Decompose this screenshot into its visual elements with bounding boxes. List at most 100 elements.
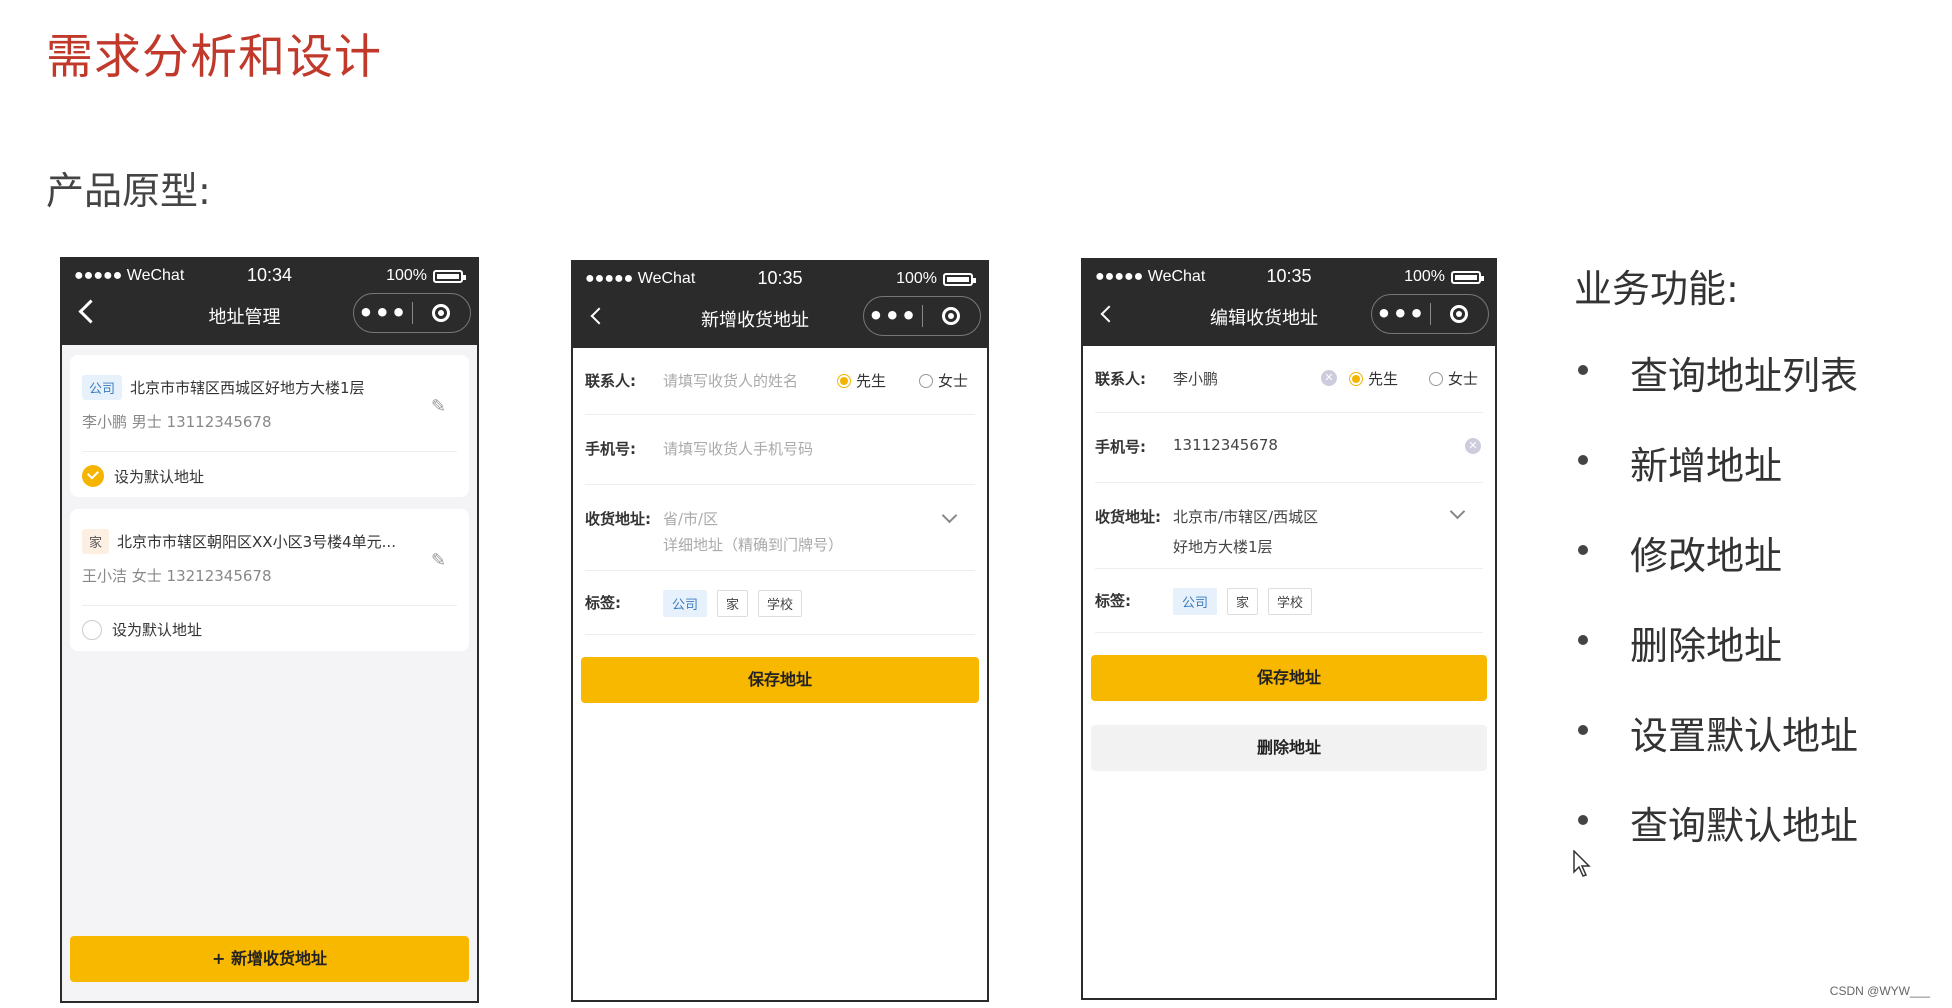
nav-bar: 新增收货地址 •••: [573, 296, 987, 342]
battery-status: 100%: [1404, 268, 1484, 286]
status-bar: ●●●●● WeChat 10:35 100%: [573, 268, 987, 292]
phone-input[interactable]: 请填写收货人手机号码: [663, 438, 813, 459]
feature-item: 删除地址: [1574, 615, 1858, 705]
mouse-cursor-icon: [1573, 850, 1591, 877]
clear-icon[interactable]: ✕: [1465, 438, 1481, 454]
address-tag: 家: [82, 529, 110, 554]
battery-label: 100%: [386, 267, 427, 284]
feature-item: 新增地址: [1574, 435, 1858, 525]
set-default-label: 设为默认地址: [114, 467, 205, 486]
chevron-down-icon[interactable]: [1449, 503, 1466, 520]
delete-address-button[interactable]: 删除地址: [1091, 725, 1487, 771]
address-label: 收货地址:: [585, 510, 651, 528]
address-card[interactable]: 家 北京市市辖区朝阳区XX小区3号楼4单元... 王小洁 女士 13212345…: [70, 509, 469, 651]
gender-male-radio[interactable]: 先生: [1349, 368, 1398, 389]
tag-option[interactable]: 公司: [663, 590, 708, 617]
tag-options: 公司 家 学校: [663, 590, 803, 617]
detail-address-input[interactable]: 好地方大楼1层: [1173, 536, 1273, 557]
chevron-down-icon[interactable]: [941, 507, 958, 524]
phone-add-address: ●●●●● WeChat 10:35 100% 新增收货地址 ••• 联系人: …: [571, 260, 989, 1002]
save-address-button[interactable]: 保存地址: [1091, 655, 1487, 701]
gender-female-label: 女士: [1448, 370, 1479, 388]
radio-checked-icon: [837, 373, 851, 388]
close-capsule-button[interactable]: [412, 304, 470, 322]
feature-label: 删除地址: [1630, 624, 1783, 668]
more-icon[interactable]: •••: [354, 301, 412, 325]
battery-icon: [1451, 270, 1484, 284]
set-default-toggle[interactable]: 设为默认地址: [82, 465, 204, 487]
close-capsule-button[interactable]: [922, 307, 980, 325]
add-address-button[interactable]: + 新增收货地址: [70, 936, 469, 982]
feature-label: 新增地址: [1630, 444, 1783, 488]
tag-option[interactable]: 学校: [758, 590, 803, 617]
feature-label: 设置默认地址: [1630, 714, 1859, 758]
mini-program-capsule: •••: [1371, 294, 1489, 334]
contact-input[interactable]: 请填写收货人的姓名: [663, 370, 798, 391]
status-bar: ●●●●● WeChat 10:34 100%: [62, 265, 477, 289]
radio-unchecked-icon: [919, 373, 933, 388]
gender-male-radio[interactable]: 先生: [837, 370, 886, 391]
features-list: 查询地址列表 新增地址 修改地址 删除地址 设置默认地址 查询默认地址: [1574, 345, 1858, 885]
divider: [82, 451, 457, 452]
gender-male-label: 先生: [1368, 370, 1399, 388]
address-row: 收货地址: 北京市/市辖区/西城区 好地方大楼1层: [1095, 482, 1483, 569]
bullet-icon: [1578, 365, 1588, 375]
tags-row: 标签: 公司 家 学校: [585, 570, 975, 635]
nav-bar: 地址管理 •••: [62, 293, 477, 339]
set-default-toggle[interactable]: 设为默认地址: [82, 619, 202, 640]
more-icon[interactable]: •••: [1372, 302, 1430, 326]
tag-option[interactable]: 学校: [1268, 588, 1313, 615]
feature-label: 查询地址列表: [1630, 354, 1859, 398]
address-tag: 公司: [82, 375, 123, 400]
nav-bar: 编辑收货地址 •••: [1083, 294, 1495, 340]
tags-label: 标签:: [585, 594, 621, 612]
contact-label: 联系人:: [585, 372, 636, 390]
address-text: 北京市市辖区西城区好地方大楼1层: [130, 379, 365, 397]
slide-title: 需求分析和设计: [46, 30, 382, 85]
contact-label: 联系人:: [1095, 370, 1146, 388]
status-bar: ●●●●● WeChat 10:35 100%: [1083, 266, 1495, 290]
phone-row: 手机号: 请填写收货人手机号码: [585, 414, 975, 485]
feature-item: 设置默认地址: [1574, 705, 1858, 795]
tag-option[interactable]: 公司: [1173, 588, 1218, 615]
target-icon: [942, 307, 961, 325]
detail-address-input[interactable]: 详细地址（精确到门牌号）: [663, 534, 843, 555]
target-icon: [1450, 305, 1469, 323]
phone-input[interactable]: 13112345678: [1173, 436, 1278, 454]
radio-checked-icon: [1349, 371, 1363, 386]
address-line: 公司 北京市市辖区西城区好地方大楼1层: [82, 375, 365, 400]
nav-title: 地址管理: [208, 307, 281, 328]
region-selector[interactable]: 省/市/区: [663, 508, 718, 529]
clear-icon[interactable]: ✕: [1321, 370, 1337, 386]
contact-row: 联系人: 请填写收货人的姓名 先生 女士: [585, 348, 975, 415]
close-capsule-button[interactable]: [1430, 305, 1488, 323]
region-selector[interactable]: 北京市/市辖区/西城区: [1173, 506, 1318, 527]
address-line: 家 北京市市辖区朝阳区XX小区3号楼4单元...: [82, 529, 396, 554]
save-address-button[interactable]: 保存地址: [581, 657, 979, 703]
gender-female-label: 女士: [938, 372, 969, 390]
battery-status: 100%: [386, 267, 466, 285]
gender-female-radio[interactable]: 女士: [1429, 368, 1478, 389]
tag-option[interactable]: 家: [1227, 588, 1259, 615]
battery-label: 100%: [1404, 268, 1445, 285]
battery-icon: [943, 272, 976, 286]
contact-input[interactable]: 李小鹏: [1173, 368, 1218, 389]
phone-label: 手机号:: [1095, 438, 1146, 456]
radio-unchecked-icon: [1429, 371, 1443, 386]
bullet-icon: [1578, 635, 1588, 645]
mini-program-capsule: •••: [353, 293, 471, 333]
contact-row: 联系人: 李小鹏 ✕ 先生 女士: [1095, 346, 1483, 413]
contact-text: 李小鹏 男士 13112345678: [82, 413, 272, 431]
more-icon[interactable]: •••: [864, 304, 922, 328]
unchecked-icon: [82, 619, 102, 640]
edit-icon[interactable]: ✎: [431, 552, 447, 570]
features-title: 业务功能:: [1574, 267, 1739, 311]
bullet-icon: [1578, 455, 1588, 465]
tag-option[interactable]: 家: [717, 590, 749, 617]
edit-icon[interactable]: ✎: [431, 398, 447, 416]
address-text: 北京市市辖区朝阳区XX小区3号楼4单元...: [117, 533, 396, 551]
feature-item: 查询默认地址: [1574, 795, 1858, 885]
address-card[interactable]: 公司 北京市市辖区西城区好地方大楼1层 李小鹏 男士 13112345678 ✎…: [70, 355, 469, 497]
top-bar: ●●●●● WeChat 10:35 100% 编辑收货地址 •••: [1083, 260, 1495, 346]
gender-female-radio[interactable]: 女士: [919, 370, 968, 391]
